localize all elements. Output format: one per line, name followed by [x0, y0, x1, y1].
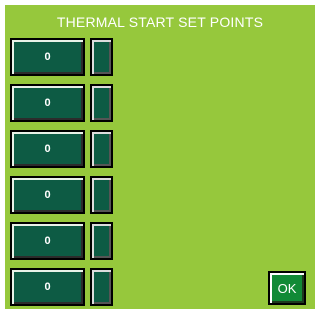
setpoint-value-2[interactable]: 0 — [10, 84, 85, 122]
thermal-start-setpoints-panel: THERMAL START SET POINTS 0 0 0 0 0 0 OK — [5, 5, 315, 309]
setpoint-row-4: 0 — [10, 176, 113, 214]
setpoint-side-button-6[interactable] — [90, 268, 113, 306]
panel-title: THERMAL START SET POINTS — [56, 14, 264, 30]
setpoint-row-6: 0 — [10, 268, 113, 306]
setpoint-value-1[interactable]: 0 — [10, 38, 85, 76]
ok-button[interactable]: OK — [268, 271, 306, 305]
setpoint-side-button-2[interactable] — [90, 84, 113, 122]
setpoint-row-5: 0 — [10, 222, 113, 260]
setpoint-row-1: 0 — [10, 38, 113, 76]
setpoint-value-3[interactable]: 0 — [10, 130, 85, 168]
setpoint-side-button-4[interactable] — [90, 176, 113, 214]
setpoint-row-3: 0 — [10, 130, 113, 168]
setpoint-side-button-1[interactable] — [90, 38, 113, 76]
setpoint-value-5[interactable]: 0 — [10, 222, 85, 260]
setpoint-side-button-3[interactable] — [90, 130, 113, 168]
setpoint-value-4[interactable]: 0 — [10, 176, 85, 214]
setpoint-value-6[interactable]: 0 — [10, 268, 85, 306]
setpoint-row-2: 0 — [10, 84, 113, 122]
setpoint-side-button-5[interactable] — [90, 222, 113, 260]
